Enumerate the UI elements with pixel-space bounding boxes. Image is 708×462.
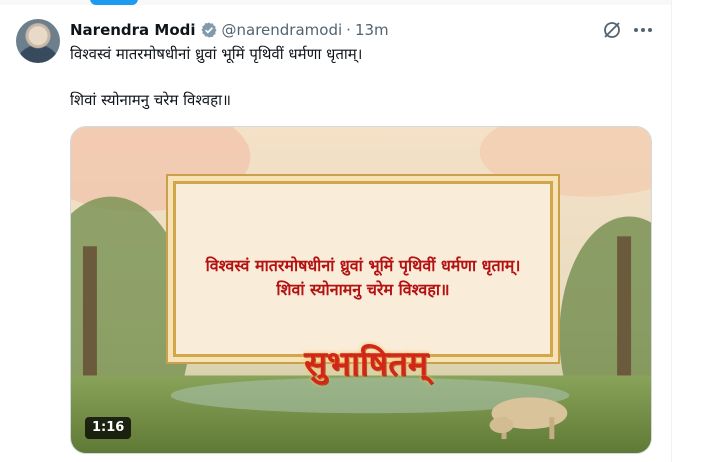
video-duration: 1:16 — [85, 417, 132, 439]
tweet-text-line2: शिवां स्योनामनु चरेम विश्वहा॥ — [70, 91, 231, 109]
overlay-line1: विश्वस्वं मातरमोषधीनां ध्रुवां भूमिं पृथ… — [205, 256, 521, 275]
more-options-icon[interactable] — [632, 20, 654, 40]
video-player[interactable]: विश्वस्वं मातरमोषधीनां ध्रुवां भूमिं पृथ… — [70, 126, 652, 454]
subhashitam-title: सुभाषितम् — [304, 344, 428, 384]
tweet-time[interactable]: 13m — [355, 21, 389, 39]
author-handle[interactable]: @narendramodi — [222, 21, 343, 39]
avatar[interactable] — [16, 19, 60, 63]
tweet-header: Narendra Modi @narendramodi · 13m — [70, 19, 389, 41]
tab-indicator[interactable] — [90, 0, 138, 5]
overlay-line2: शिवां स्योनामनु चरेम विश्वहा॥ — [276, 280, 450, 299]
author-name[interactable]: Narendra Modi — [70, 21, 196, 39]
grok-icon[interactable] — [602, 20, 622, 40]
right-panel — [672, 0, 708, 462]
tweet-text-line1: विश्वस्वं मातरमोषधीनां ध्रुवां भूमिं पृथ… — [70, 45, 363, 63]
quote-frame: विश्वस्वं मातरमोषधीनां ध्रुवां भूमिं पृथ… — [173, 181, 553, 357]
verified-badge-icon[interactable] — [200, 21, 218, 39]
separator-dot: · — [346, 21, 351, 39]
